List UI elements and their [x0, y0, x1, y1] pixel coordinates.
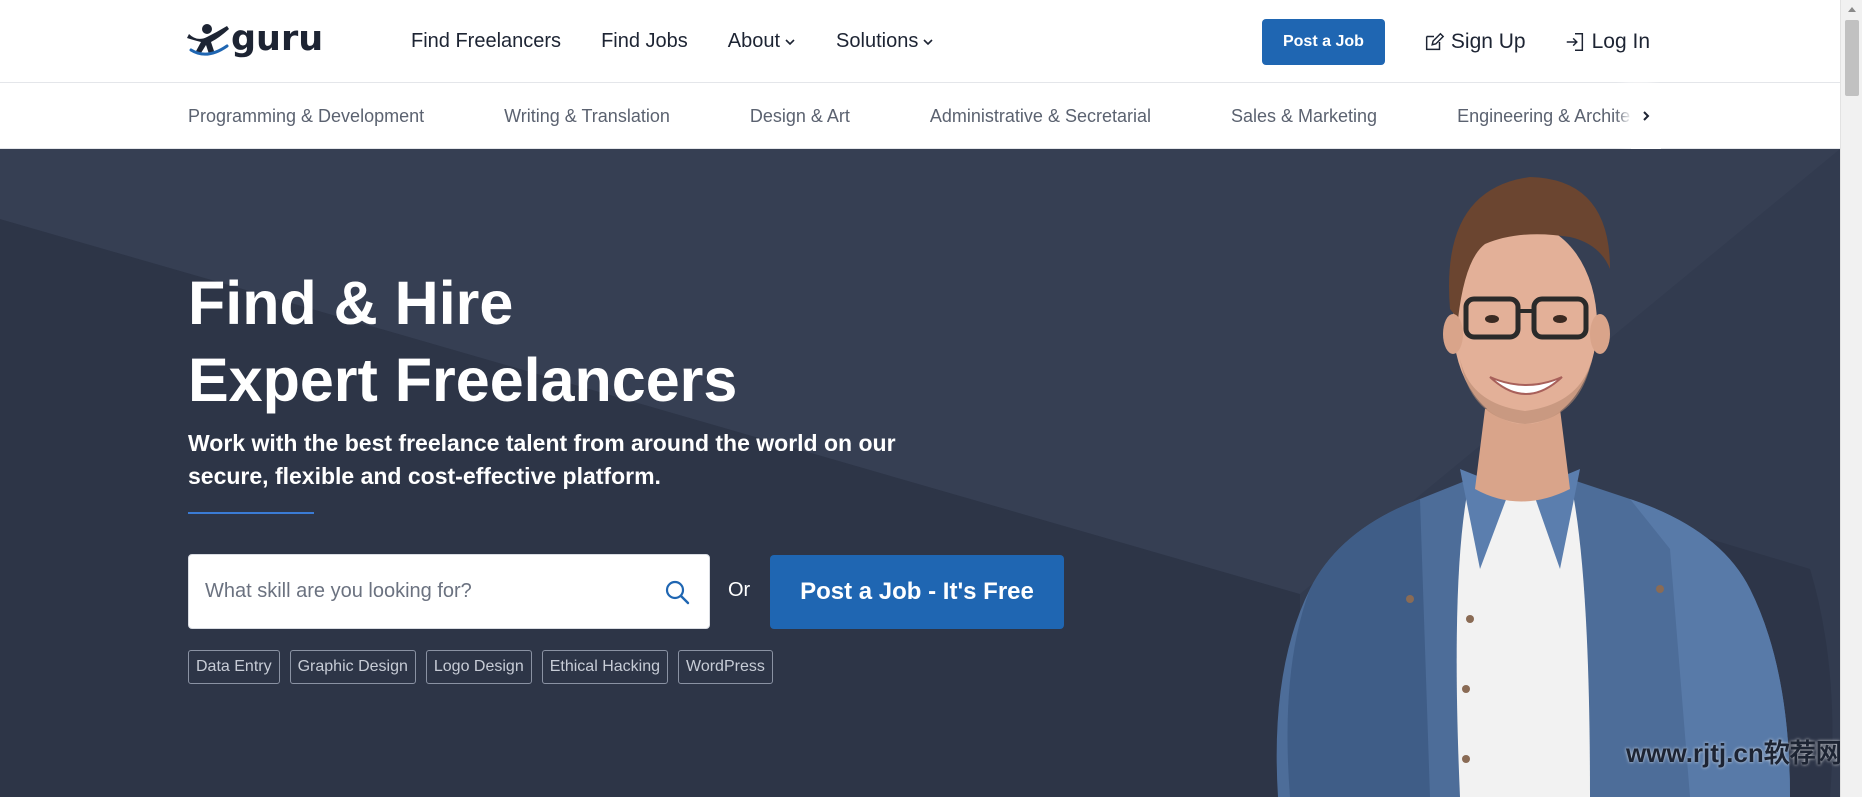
tag-ethical-hacking[interactable]: Ethical Hacking [541, 650, 668, 684]
hero-title: Find & Hire Expert Freelancers [188, 265, 737, 419]
guru-logo[interactable]: guru [187, 18, 327, 62]
nav-find-jobs[interactable]: Find Jobs [601, 30, 688, 53]
nav-actions: Post a Job Sign Up Log In [1261, 0, 1650, 83]
category-programming-development[interactable]: Programming & Development [188, 106, 424, 127]
guru-logo-icon: guru [187, 20, 323, 59]
nav-solutions[interactable]: Solutions [836, 30, 934, 53]
tag-wordpress[interactable]: WordPress [678, 650, 773, 684]
post-job-free-button[interactable]: Post a Job - It's Free [770, 555, 1064, 629]
page: guru Find Freelancers Find Jobs About So… [0, 0, 1862, 797]
hero-section: Find & Hire Expert Freelancers Work with… [0, 149, 1840, 797]
category-next-button[interactable] [1631, 83, 1661, 149]
nav-about-label: About [727, 30, 781, 52]
skill-search-box [188, 554, 710, 629]
or-label: Or [728, 579, 751, 601]
edit-icon [1425, 32, 1445, 50]
logo-text: guru [231, 20, 323, 59]
category-list: Programming & Development Writing & Tran… [188, 83, 1635, 149]
watermark-text: www.rjtj.cn软荐网 [1626, 738, 1840, 768]
nav-find-jobs-label: Find Jobs [601, 30, 688, 52]
login-icon [1566, 32, 1583, 51]
nav-about[interactable]: About [728, 30, 796, 53]
sign-up-link[interactable]: Sign Up [1423, 30, 1526, 54]
hero-subtitle: Work with the best freelance talent from… [188, 430, 896, 489]
log-in-link[interactable]: Log In [1564, 30, 1650, 54]
tag-logo-design[interactable]: Logo Design [425, 650, 532, 684]
nav-find-freelancers[interactable]: Find Freelancers [411, 30, 561, 53]
chevron-down-icon [785, 38, 795, 45]
search-icon[interactable] [663, 578, 691, 606]
hero-title-line1: Find & Hire [188, 269, 514, 337]
tag-data-entry[interactable]: Data Entry [188, 650, 280, 684]
category-design-art[interactable]: Design & Art [750, 106, 850, 127]
category-writing-translation[interactable]: Writing & Translation [504, 106, 670, 127]
chevron-down-icon [923, 38, 933, 45]
nav-find-freelancers-label: Find Freelancers [411, 30, 562, 52]
skill-search-input[interactable] [189, 555, 663, 628]
nav-solutions-label: Solutions [836, 30, 919, 52]
tag-graphic-design[interactable]: Graphic Design [289, 650, 416, 684]
chevron-right-icon [1643, 111, 1650, 121]
sign-up-label: Sign Up [1450, 29, 1526, 53]
category-administrative-secretarial[interactable]: Administrative & Secretarial [930, 106, 1151, 127]
hero-person-image [1276, 177, 1833, 797]
triangle-up-icon [1848, 7, 1856, 12]
scroll-up-arrow[interactable] [1841, 0, 1862, 18]
hero-divider [188, 512, 314, 514]
popular-skill-tags: Data Entry Graphic Design Logo Design Et… [188, 650, 773, 684]
category-engineering-architecture[interactable]: Engineering & Architecture [1457, 106, 1635, 127]
category-bar: Programming & Development Writing & Tran… [0, 83, 1840, 149]
page-scrollbar[interactable] [1840, 0, 1862, 797]
log-in-label: Log In [1591, 29, 1650, 53]
top-navbar: guru Find Freelancers Find Jobs About So… [0, 0, 1840, 83]
post-job-button[interactable]: Post a Job [1261, 18, 1385, 65]
category-sales-marketing[interactable]: Sales & Marketing [1231, 106, 1377, 127]
hero-title-line2: Expert Freelancers [188, 346, 738, 414]
scrollbar-thumb[interactable] [1845, 20, 1859, 96]
main-nav: Find Freelancers Find Jobs About Solutio… [411, 0, 934, 83]
